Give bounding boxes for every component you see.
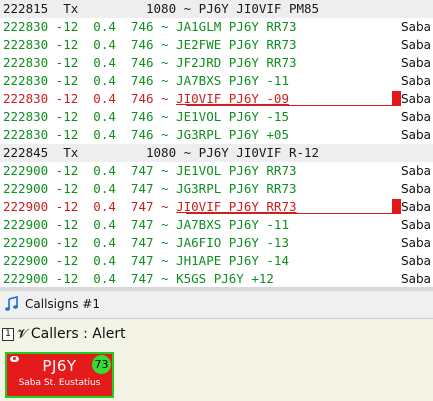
log-row-country: Saba xyxy=(401,200,431,214)
log-row-prefix: 222900 -12 0.4 747 ~ xyxy=(3,199,177,214)
log-row[interactable]: 222830 -12 0.4 746 ~ JI0VIF PJ6Y -09 Saba xyxy=(0,90,433,108)
log-row-text: 222900 -12 0.4 747 ~ JA7BXS PJ6Y -11 xyxy=(3,217,289,232)
log-row-text: 222845 Tx 1080 ~ PJ6Y JI0VIF R-12 xyxy=(3,145,320,160)
log-row-message: JI0VIF PJ6Y -09 xyxy=(176,91,289,106)
panel-title: Callers : Alert xyxy=(30,326,126,342)
highlight-underline xyxy=(186,213,392,214)
log-row-country: Saba xyxy=(401,272,431,286)
log-row[interactable]: 222900 -12 0.4 747 ~ JE1VOL PJ6Y RR73 Sab… xyxy=(0,162,433,180)
log-row-text: 222900 -12 0.4 747 ~ JH1APE PJ6Y -14 xyxy=(3,253,289,268)
tab-callsigns[interactable]: Callsigns #1 xyxy=(4,295,100,313)
log-row-country: Saba xyxy=(401,236,431,250)
log-row-text: 222815 Tx 1080 ~ PJ6Y JI0VIF PM85 xyxy=(3,1,320,16)
caller-country: Saba St. Eustatius xyxy=(18,378,101,388)
log-row[interactable]: 222830 -12 0.4 746 ~ JA7BXS PJ6Y -11 Saba xyxy=(0,72,433,90)
caller-card[interactable]: PJ6Y Saba St. Eustatius 73 xyxy=(5,352,114,398)
log-row[interactable]: 222900 -12 0.4 747 ~ JA7BXS PJ6Y -11 Saba xyxy=(0,216,433,234)
log-row-country: Saba xyxy=(401,74,431,88)
log-row-tx[interactable]: 222845 Tx 1080 ~ PJ6Y JI0VIF R-12 xyxy=(0,144,433,162)
log-row-message: JI0VIF PJ6Y RR73 xyxy=(176,199,297,214)
log-row-country: Saba xyxy=(401,164,431,178)
panel-header: 1 𝓥 Callers : Alert xyxy=(2,325,126,343)
panel-number[interactable]: 1 xyxy=(2,327,14,341)
log-row-text: 222900 -12 0.4 747 ~ JG3RPL PJ6Y RR73 xyxy=(3,181,297,196)
tab-callsigns-label: Callsigns #1 xyxy=(25,297,100,311)
music-note-icon xyxy=(5,296,18,311)
log-row-country: Saba xyxy=(401,254,431,268)
log-row-country: Saba xyxy=(401,218,431,232)
highlight-marker xyxy=(392,199,401,214)
log-row-text: 222830 -12 0.4 746 ~ JE1VOL PJ6Y -15 xyxy=(3,109,289,124)
log-row-text: 222900 -12 0.4 747 ~ K5GS PJ6Y +12 xyxy=(3,271,274,286)
log-row[interactable]: 222830 -12 0.4 746 ~ JF2JRD PJ6Y RR73 Sab… xyxy=(0,54,433,72)
log-row[interactable]: 222900 -12 0.4 747 ~ JA6FIO PJ6Y -13 Saba xyxy=(0,234,433,252)
log-row[interactable]: 222900 -12 0.4 747 ~ JG3RPL PJ6Y RR73 Sab… xyxy=(0,180,433,198)
log-row-country: Saba xyxy=(401,56,431,70)
log-row-text: 222830 -12 0.4 746 ~ JF2JRD PJ6Y RR73 xyxy=(3,55,297,70)
log-row-tx[interactable]: 222815 Tx 1080 ~ PJ6Y JI0VIF PM85 xyxy=(0,0,433,18)
log-row-text: 222900 -12 0.4 747 ~ JA6FIO PJ6Y -13 xyxy=(3,235,289,250)
log-row[interactable]: 222830 -12 0.4 746 ~ JE2FWE PJ6Y RR73 Sab… xyxy=(0,36,433,54)
tab-bar: Callsigns #1 xyxy=(0,291,433,319)
log-row-text: 222900 -12 0.4 747 ~ JE1VOL PJ6Y RR73 xyxy=(3,163,297,178)
log-row[interactable]: 222830 -12 0.4 746 ~ JG3RPL PJ6Y +05 Saba xyxy=(0,126,433,144)
highlight-underline xyxy=(186,105,392,106)
log-row-text: 222830 -12 0.4 746 ~ JA7BXS PJ6Y -11 xyxy=(3,73,289,88)
log-row-country: Saba xyxy=(401,92,431,106)
log-row-prefix: 222830 -12 0.4 746 ~ xyxy=(3,91,177,106)
log-row-country: Saba xyxy=(401,110,431,124)
log-row[interactable]: 222900 -12 0.4 747 ~ JH1APE PJ6Y -14 Saba xyxy=(0,252,433,270)
decode-log[interactable]: 222815 Tx 1080 ~ PJ6Y JI0VIF PM85 222830 … xyxy=(0,0,433,287)
log-row[interactable]: 222900 -12 0.4 747 ~ JI0VIF PJ6Y RR73 Sab… xyxy=(0,198,433,216)
callers-panel: 1 𝓥 Callers : Alert PJ6Y Saba St. Eustat… xyxy=(0,319,433,401)
caller-badge: 73 xyxy=(92,355,111,374)
log-row-country: Saba xyxy=(401,182,431,196)
log-row-text: 222830 -12 0.4 746 ~ JA1GLM PJ6Y RR73 xyxy=(3,19,297,34)
log-row[interactable]: 222900 -12 0.4 747 ~ K5GS PJ6Y +12 Saba xyxy=(0,270,433,287)
log-row-country: Saba xyxy=(401,20,431,34)
log-row[interactable]: 222830 -12 0.4 746 ~ JA1GLM PJ6Y RR73 Sab… xyxy=(0,18,433,36)
log-row[interactable]: 222830 -12 0.4 746 ~ JE1VOL PJ6Y -15 Saba xyxy=(0,108,433,126)
log-row-text: 222830 -12 0.4 746 ~ JG3RPL PJ6Y +05 xyxy=(3,127,289,142)
pin-icon[interactable]: 𝓥 xyxy=(17,327,28,342)
log-row-country: Saba xyxy=(401,128,431,142)
log-row-text: 222830 -12 0.4 746 ~ JE2FWE PJ6Y RR73 xyxy=(3,37,297,52)
log-row-country: Saba xyxy=(401,38,431,52)
highlight-marker xyxy=(392,91,401,106)
